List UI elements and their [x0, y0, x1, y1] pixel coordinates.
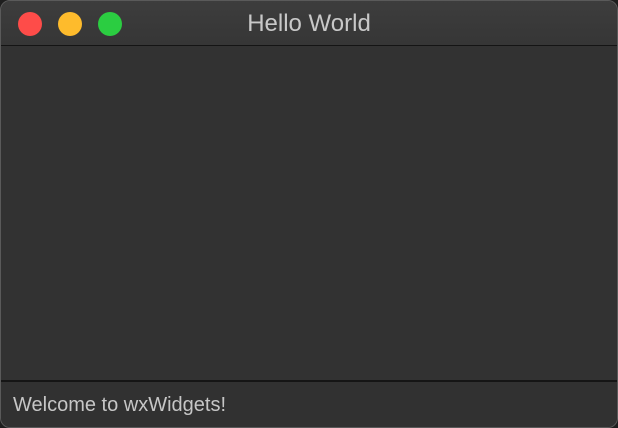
status-text: Welcome to wxWidgets! — [13, 394, 227, 416]
minimize-button[interactable] — [58, 12, 82, 36]
app-window: Hello World Welcome to wxWidgets! — [0, 0, 618, 428]
main-content-area — [1, 46, 617, 380]
close-button[interactable] — [18, 12, 42, 36]
zoom-button[interactable] — [98, 12, 122, 36]
title-bar[interactable]: Hello World — [1, 1, 617, 46]
status-bar: Welcome to wxWidgets! — [1, 380, 617, 427]
window-title: Hello World — [247, 10, 371, 37]
